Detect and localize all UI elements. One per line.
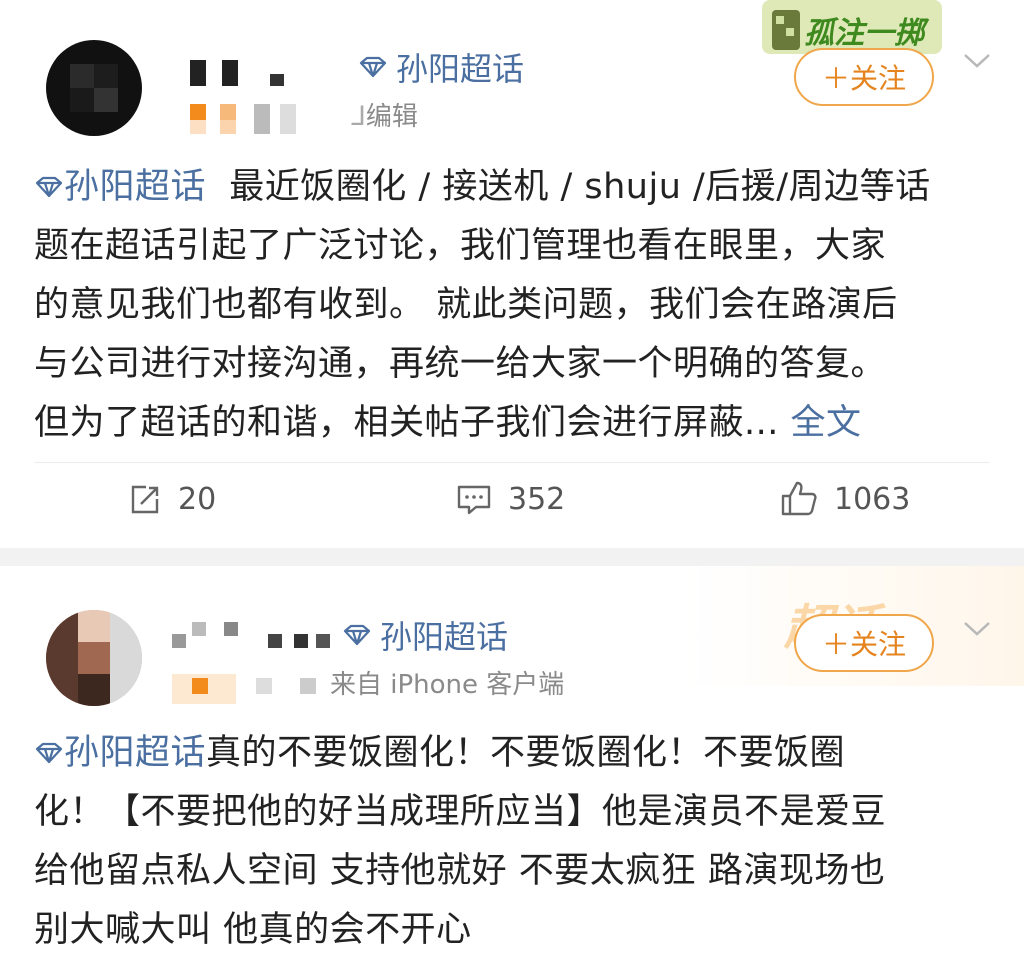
- supertopic-link[interactable]: 孙阳超话: [358, 44, 524, 90]
- username-redacted[interactable]: [190, 58, 300, 90]
- chevron-down-icon[interactable]: [962, 612, 992, 645]
- user-level-badges: [190, 104, 340, 134]
- feed-separator: [0, 548, 1024, 566]
- supertopic-tag-link[interactable]: 孙阳超话: [34, 733, 206, 773]
- body-line-1: 孙阳超话 最近饭圈化 / 接送机 / shuju /后援/周边等话: [34, 158, 984, 217]
- diamond-icon: [35, 176, 63, 198]
- supertopic-label: 孙阳超话: [396, 50, 525, 88]
- full-text-link[interactable]: 全文: [791, 403, 862, 443]
- supertopic-link[interactable]: 孙阳超话: [342, 612, 508, 658]
- chevron-down-icon[interactable]: [962, 44, 992, 77]
- comment-icon: [457, 485, 491, 514]
- repost-icon: [131, 485, 159, 513]
- avatar[interactable]: [46, 40, 142, 136]
- body-line-5: 但为了超话的和谐，相关帖子我们会进行屏蔽... 全文: [34, 403, 862, 443]
- supertopic-tag-link[interactable]: 孙阳超话: [34, 167, 206, 207]
- divider: [34, 462, 990, 463]
- post-meta: ᒧ编辑: [350, 102, 418, 132]
- post-body: 孙阳超话 最近饭圈化 / 接送机 / shuju /后援/周边等话 题在超话引起…: [34, 158, 984, 453]
- body-line-4: 与公司进行对接沟通，再统一给大家一个明确的答复。: [34, 344, 887, 384]
- follow-button[interactable]: ＋关注: [794, 614, 934, 672]
- like-icon: [781, 481, 817, 516]
- body-line-4: 别大喊大叫 他真的会不开心: [34, 910, 472, 950]
- post-source: 来自 iPhone 客户端: [330, 670, 565, 700]
- username-redacted[interactable]: [172, 618, 342, 658]
- weibo-post-1: 孙阳超话 ᒧ编辑 孤注一掷 ＋关注 孙阳超话 最近饭圈化 / 接送机 / shu…: [0, 0, 1024, 548]
- like-button[interactable]: 1063: [780, 480, 910, 518]
- body-line-1: 孙阳超话真的不要饭圈化！不要饭圈化！不要饭圈: [34, 724, 984, 783]
- repost-button[interactable]: 20: [128, 482, 216, 517]
- body-line-3: 给他留点私人空间 支持他就好 不要太疯狂 路演现场也: [34, 851, 886, 891]
- follow-button[interactable]: ＋关注: [794, 48, 934, 106]
- diamond-icon: [358, 48, 388, 86]
- diamond-icon: [35, 742, 63, 764]
- body-line-2: 化！【不要把他的好当成理所应当】他是演员不是爱豆: [34, 792, 887, 832]
- body-line-3: 的意见我们也都有收到。 就此类问题，我们会在路演后: [34, 285, 898, 325]
- weibo-post-2: 孙阳超话 来自 iPhone 客户端 超话 ＋关注 孙阳超话真的不要饭圈化！不要…: [0, 566, 1024, 958]
- user-level-badges: [172, 674, 332, 704]
- diamond-icon: [342, 616, 372, 654]
- avatar[interactable]: [46, 610, 142, 706]
- body-line-2: 题在超话引起了广泛讨论，我们管理也看在眼里，大家: [34, 226, 887, 266]
- post-body: 孙阳超话真的不要饭圈化！不要饭圈化！不要饭圈 化！【不要把他的好当成理所应当】他…: [34, 724, 984, 958]
- comment-button[interactable]: 352: [456, 482, 565, 517]
- supertopic-label: 孙阳超话: [380, 618, 509, 656]
